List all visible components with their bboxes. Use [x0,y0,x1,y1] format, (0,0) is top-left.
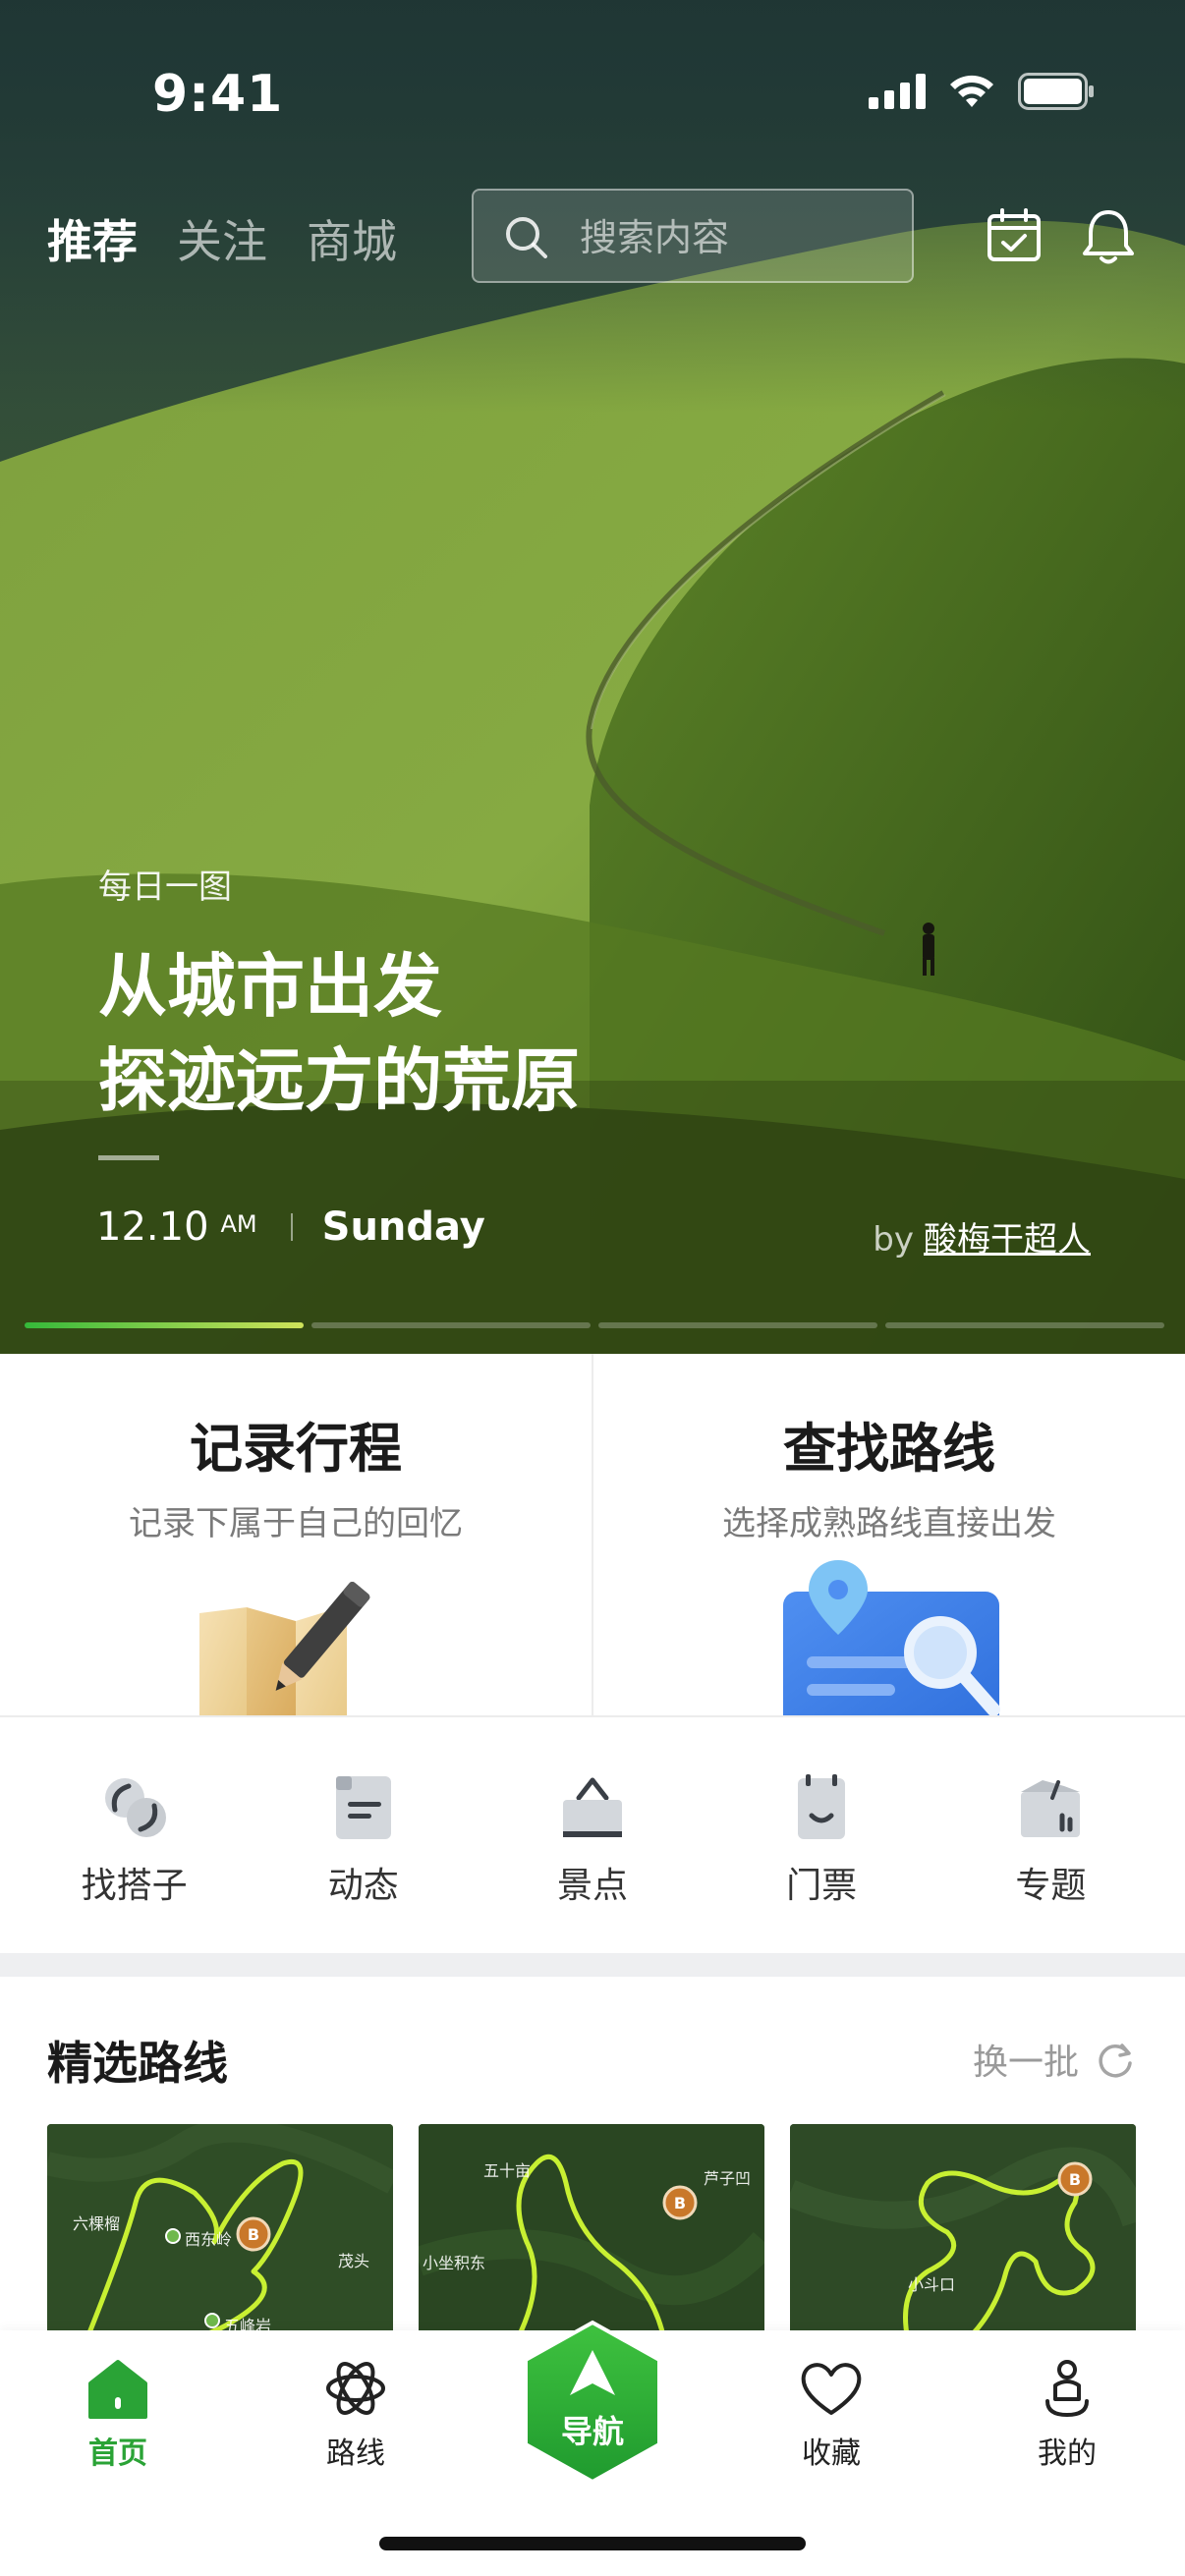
find-route-subtitle: 选择成熟路线直接出发 [722,1504,1056,1543]
tab-profile[interactable]: 我的 [979,2356,1156,2472]
cellular-signal-icon [869,74,926,109]
quick-link-partner[interactable]: 找搭子 [36,1717,233,1953]
profile-icon [1045,2360,1089,2418]
scenic-icon [562,1777,622,1837]
status-icons [869,73,1095,110]
hero-date-separator [290,1213,293,1241]
feature-cards: 记录行程 记录下属于自己的回忆 查找路线 选择成熟路线直接出发 [0,1354,1185,1717]
map-label: 小坐积东 [423,2254,486,2272]
route-card-2[interactable]: B 五十亩 芦子凹 小坐积东 [419,2124,764,2340]
carousel-dot-2 [311,1322,591,1328]
feed-icon [335,1776,391,1839]
quick-links: 找搭子 动态 景点 门票 专题 [0,1717,1185,1953]
refresh-label: 换一批 [972,2043,1079,2083]
carousel-dot-4 [885,1322,1164,1328]
quick-link-label: 景点 [556,1866,628,1906]
route-card-1[interactable]: B 六棵榴 西东岭 五峰岩 茂头 [47,2124,393,2340]
tab-navigation-label: 导航 [560,2413,624,2450]
wifi-icon [950,75,993,107]
tab-profile-label: 我的 [1038,2436,1097,2471]
carousel-dot-3 [598,1322,877,1328]
heart-icon [801,2363,862,2415]
svg-text:B: B [248,2225,259,2244]
hero-date-value: 12.10 [96,1204,209,1250]
map-pencil-icon [199,1582,370,1717]
tab-recommend[interactable]: 推荐 [47,206,138,271]
topic-icon [1021,1780,1081,1837]
route-map-image: B [790,2124,1136,2340]
tab-route[interactable]: 路线 [267,2356,444,2472]
map-label: 西东岭 [185,2230,233,2249]
quick-link-label: 门票 [786,1866,858,1906]
search-icon [506,217,547,258]
record-trip-subtitle: 记录下属于自己的回忆 [129,1504,463,1543]
home-indicator [379,2537,806,2550]
hero-weekday: Sunday [321,1204,485,1250]
carousel-indicator [25,1322,1164,1328]
hero-title: 从城市出发 探迹远方的荒原 [98,939,786,1128]
quick-link-label: 找搭子 [81,1866,188,1906]
tab-home-label: 首页 [88,2436,147,2471]
section-separator [0,1953,1185,1977]
tab-follow[interactable]: 关注 [177,206,267,271]
route-icon [326,2362,385,2415]
battery-icon [1018,73,1094,110]
tab-favorites-label: 收藏 [802,2436,861,2471]
map-label: 芦子凹 [704,2169,752,2188]
refresh-button[interactable]: 换一批 [973,2034,1136,2085]
tab-favorites[interactable]: 收藏 [743,2356,920,2472]
quick-link-ticket[interactable]: 门票 [723,1717,920,1953]
tab-mall[interactable]: 商城 [307,206,397,271]
section-title: 精选路线 [47,2037,228,2090]
hero-credit: by 酸梅干超人 [873,1212,1091,1260]
quick-link-label: 动态 [327,1866,399,1906]
refresh-icon [1099,2044,1132,2078]
quick-link-scenic[interactable]: 景点 [494,1717,691,1953]
ticket-icon [798,1774,846,1839]
hero-date-ampm: AM [220,1210,257,1238]
top-nav: 推荐 关注 商城 [0,187,1185,285]
status-time: 9:41 [152,65,284,124]
carousel-dot-1 [25,1322,304,1328]
map-label: 小斗口 [908,2275,956,2294]
daily-tag: 每日一图 [98,868,232,907]
record-trip-card[interactable]: 记录行程 记录下属于自己的回忆 [0,1354,592,1717]
hero-credit-prefix: by [873,1220,914,1260]
find-route-card[interactable]: 查找路线 选择成熟路线直接出发 [592,1354,1185,1717]
find-route-title: 查找路线 [783,1418,995,1480]
record-trip-title: 记录行程 [190,1418,402,1480]
hero-title-line2: 探迹远方的荒原 [98,1040,580,1121]
svg-text:B: B [674,2194,686,2212]
route-card-3[interactable]: B 小斗口 [790,2124,1136,2340]
tab-navigation[interactable]: 导航 [519,2319,666,2486]
map-label: 茂头 [338,2252,370,2270]
hero-title-line1: 从城市出发 [98,946,442,1027]
quick-link-label: 专题 [1015,1866,1087,1906]
quick-link-topic[interactable]: 专题 [952,1717,1149,1953]
tab-route-label: 路线 [326,2436,385,2471]
map-label: 五十亩 [483,2161,532,2180]
hero-banner[interactable]: 9:41 推荐 关注 商城 搜索内容 每日一图 从城市出发 探迹远方的荒原 12… [0,0,1185,1354]
bell-icon[interactable] [1079,206,1138,267]
quick-link-feed[interactable]: 动态 [265,1717,462,1953]
tab-home[interactable]: 首页 [29,2356,206,2472]
map-search-icon [783,1560,1000,1717]
calendar-check-icon[interactable] [985,206,1044,265]
partner-icon [104,1778,166,1837]
hero-author-link[interactable]: 酸梅干超人 [924,1220,1091,1260]
map-label: 六棵榴 [73,2214,121,2233]
search-bar[interactable] [472,189,914,283]
search-input[interactable] [580,210,894,265]
svg-text:B: B [1069,2170,1081,2189]
hero-caption: 每日一图 从城市出发 探迹远方的荒原 [98,860,786,1128]
navigation-icon [524,2320,661,2485]
hero-divider [98,1155,159,1160]
route-map-image: B [419,2124,764,2340]
home-icon [88,2360,147,2419]
status-bar: 9:41 [0,0,1185,187]
hero-date: 12.10 AM Sunday [96,1204,485,1250]
